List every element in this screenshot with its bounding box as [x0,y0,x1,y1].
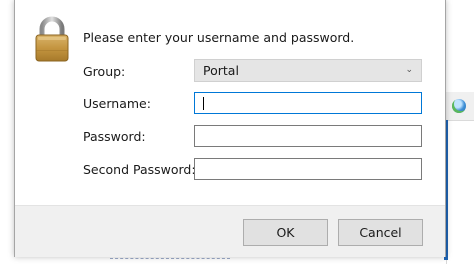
cancel-button[interactable]: Cancel [338,219,423,246]
text-caret [203,97,204,110]
chevron-down-icon: ⌄ [405,65,413,75]
login-dialog: Please enter your username and password.… [14,0,446,257]
group-select-value: Portal [203,63,239,78]
padlock-icon [35,16,69,62]
password-label: Password: [83,129,146,144]
second-password-field[interactable] [194,158,422,180]
second-password-label: Second Password: [83,162,196,177]
group-label: Group: [83,64,126,79]
dialog-body: Please enter your username and password.… [15,0,445,205]
dialog-prompt: Please enter your username and password. [83,30,355,45]
ok-button[interactable]: OK [243,219,328,246]
username-field[interactable] [194,92,422,114]
globe-icon [452,99,466,113]
password-field[interactable] [194,125,422,147]
username-label: Username: [83,96,151,111]
group-select[interactable]: Portal ⌄ [194,59,422,82]
